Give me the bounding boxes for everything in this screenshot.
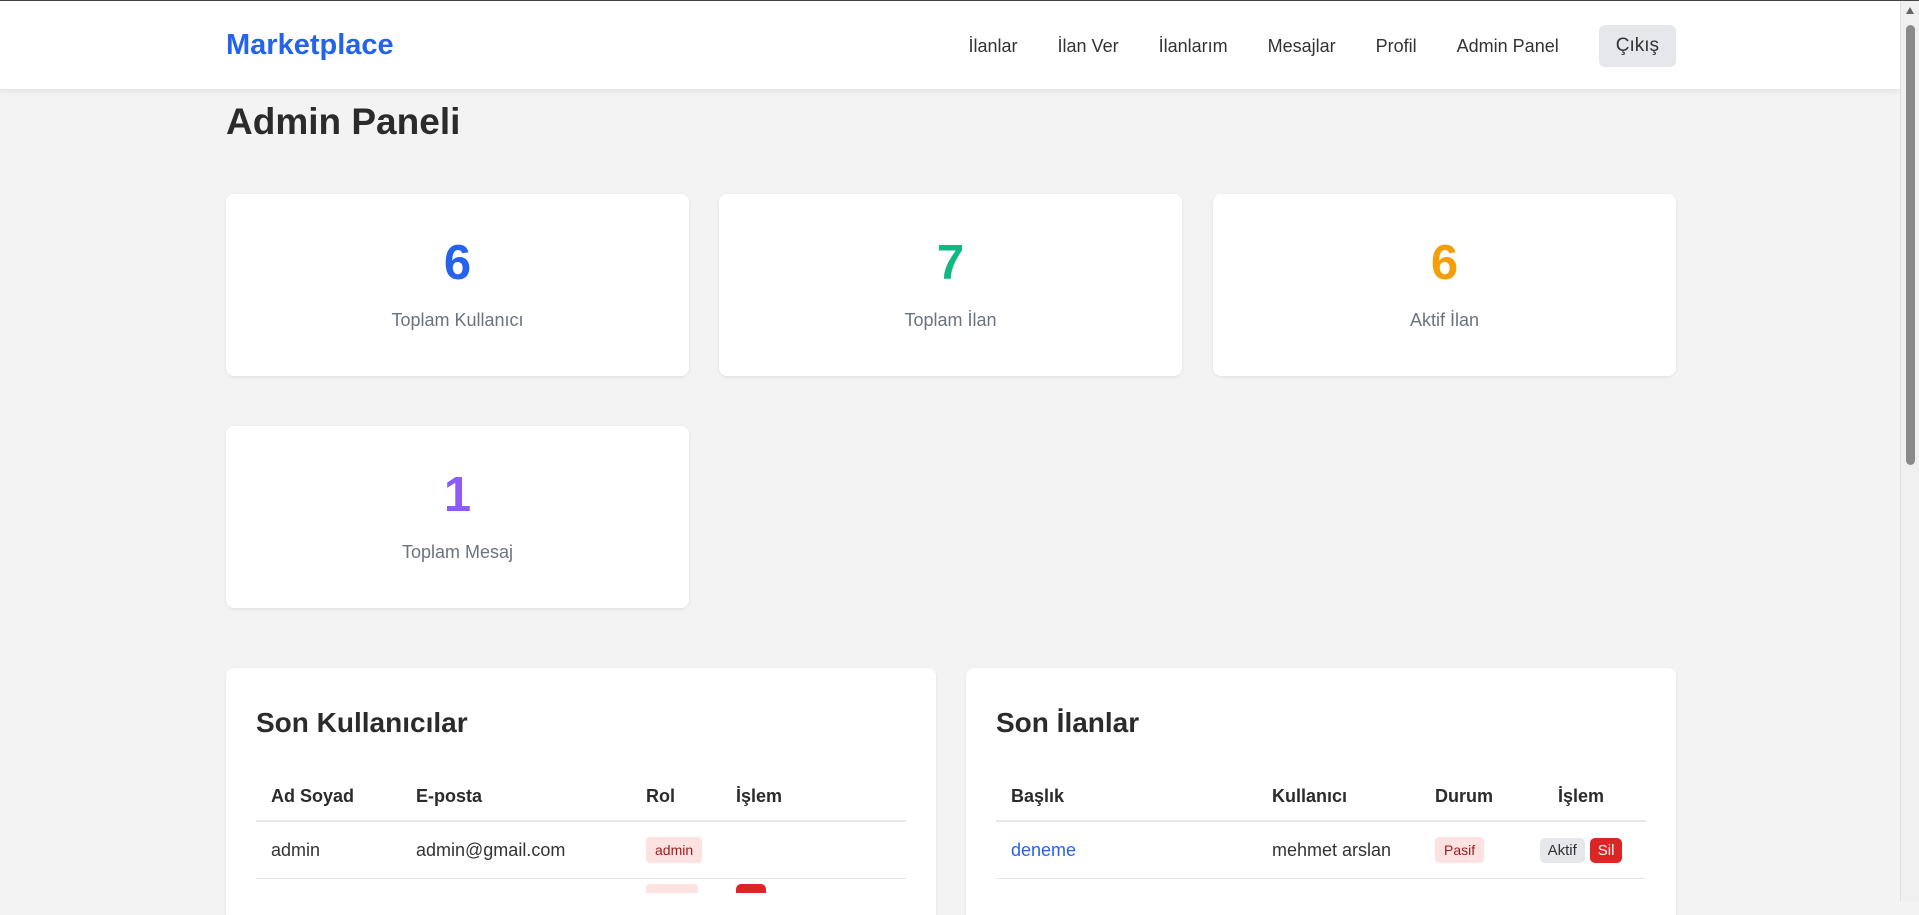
role-badge: admin	[646, 837, 703, 863]
stat-card-listings: 7 Toplam İlan	[719, 194, 1182, 376]
actions-cell	[721, 821, 906, 879]
column-header: Ad Soyad	[256, 772, 401, 822]
status-badge: Pasif	[1435, 837, 1485, 863]
nav-link-admin-panel[interactable]: Admin Panel	[1457, 36, 1559, 57]
brand-logo[interactable]: Marketplace	[226, 29, 394, 62]
table-row: admin admin@gmail.com admin	[256, 821, 906, 879]
nav-link-ilanlarim[interactable]: İlanlarım	[1159, 36, 1228, 57]
stat-value: 7	[936, 236, 965, 290]
stat-label: Toplam İlan	[904, 310, 997, 330]
nav-link-mesajlar[interactable]: Mesajlar	[1268, 36, 1336, 57]
column-header: İşlem	[721, 772, 906, 822]
users-table: Ad Soyad E-posta Rol İşlem admin admin@g…	[256, 772, 906, 893]
stat-label: Aktif İlan	[1409, 310, 1480, 330]
nav-link-profil[interactable]: Profil	[1376, 36, 1417, 57]
column-header: İşlem	[1516, 772, 1646, 822]
table-row: deneme mehmet arslan Pasif Aktif Sil	[996, 821, 1646, 879]
activate-button[interactable]: Aktif	[1539, 837, 1585, 863]
delete-button[interactable]: Sil	[1589, 837, 1623, 863]
listing-user: mehmet arslan	[1257, 821, 1420, 879]
column-header: Başlık	[996, 772, 1257, 822]
listings-table: Başlık Kullanıcı Durum İşlem deneme mehm…	[996, 772, 1646, 879]
column-header: E-posta	[401, 772, 631, 822]
stat-label: Toplam Kullanıcı	[391, 310, 524, 330]
stat-card-active-listings: 6 Aktif İlan	[1213, 194, 1676, 376]
column-header: Durum	[1420, 772, 1516, 822]
listing-title-link[interactable]: deneme	[1011, 840, 1076, 860]
column-header: Rol	[631, 772, 721, 822]
stat-label: Toplam Mesaj	[401, 542, 514, 562]
page-title: Admin Paneli	[226, 101, 461, 142]
logout-button[interactable]: Çıkış	[1598, 25, 1676, 67]
panel-title: Son Kullanıcılar	[256, 707, 468, 738]
stat-value: 1	[443, 468, 472, 522]
stat-card-messages: 1 Toplam Mesaj	[226, 426, 689, 608]
navbar: Marketplace İlanlar İlan Ver İlanlarım M…	[0, 1, 1900, 89]
nav-link-ilanlar[interactable]: İlanlar	[969, 36, 1018, 57]
stat-value: 6	[443, 236, 472, 290]
stat-card-users: 6 Toplam Kullanıcı	[226, 194, 689, 376]
nav-links: İlanlar İlan Ver İlanlarım Mesajlar Prof…	[929, 25, 1676, 67]
recent-users-panel: Son Kullanıcılar Ad Soyad E-posta Rol İş…	[226, 668, 936, 915]
nav-link-ilan-ver[interactable]: İlan Ver	[1058, 36, 1119, 57]
scroll-up-arrow-icon[interactable]	[1906, 7, 1914, 14]
role-badge	[646, 884, 698, 893]
scrollbar[interactable]	[1900, 1, 1919, 901]
column-header: Kullanıcı	[1257, 772, 1420, 822]
user-name: admin	[256, 821, 401, 879]
user-email: admin@gmail.com	[401, 821, 631, 879]
stat-value: 6	[1430, 236, 1459, 290]
recent-listings-panel: Son İlanlar Başlık Kullanıcı Durum İşlem…	[966, 668, 1676, 915]
scrollbar-thumb[interactable]	[1906, 25, 1915, 465]
table-row	[256, 879, 906, 893]
panel-title: Son İlanlar	[996, 707, 1140, 738]
delete-button[interactable]	[736, 884, 766, 893]
